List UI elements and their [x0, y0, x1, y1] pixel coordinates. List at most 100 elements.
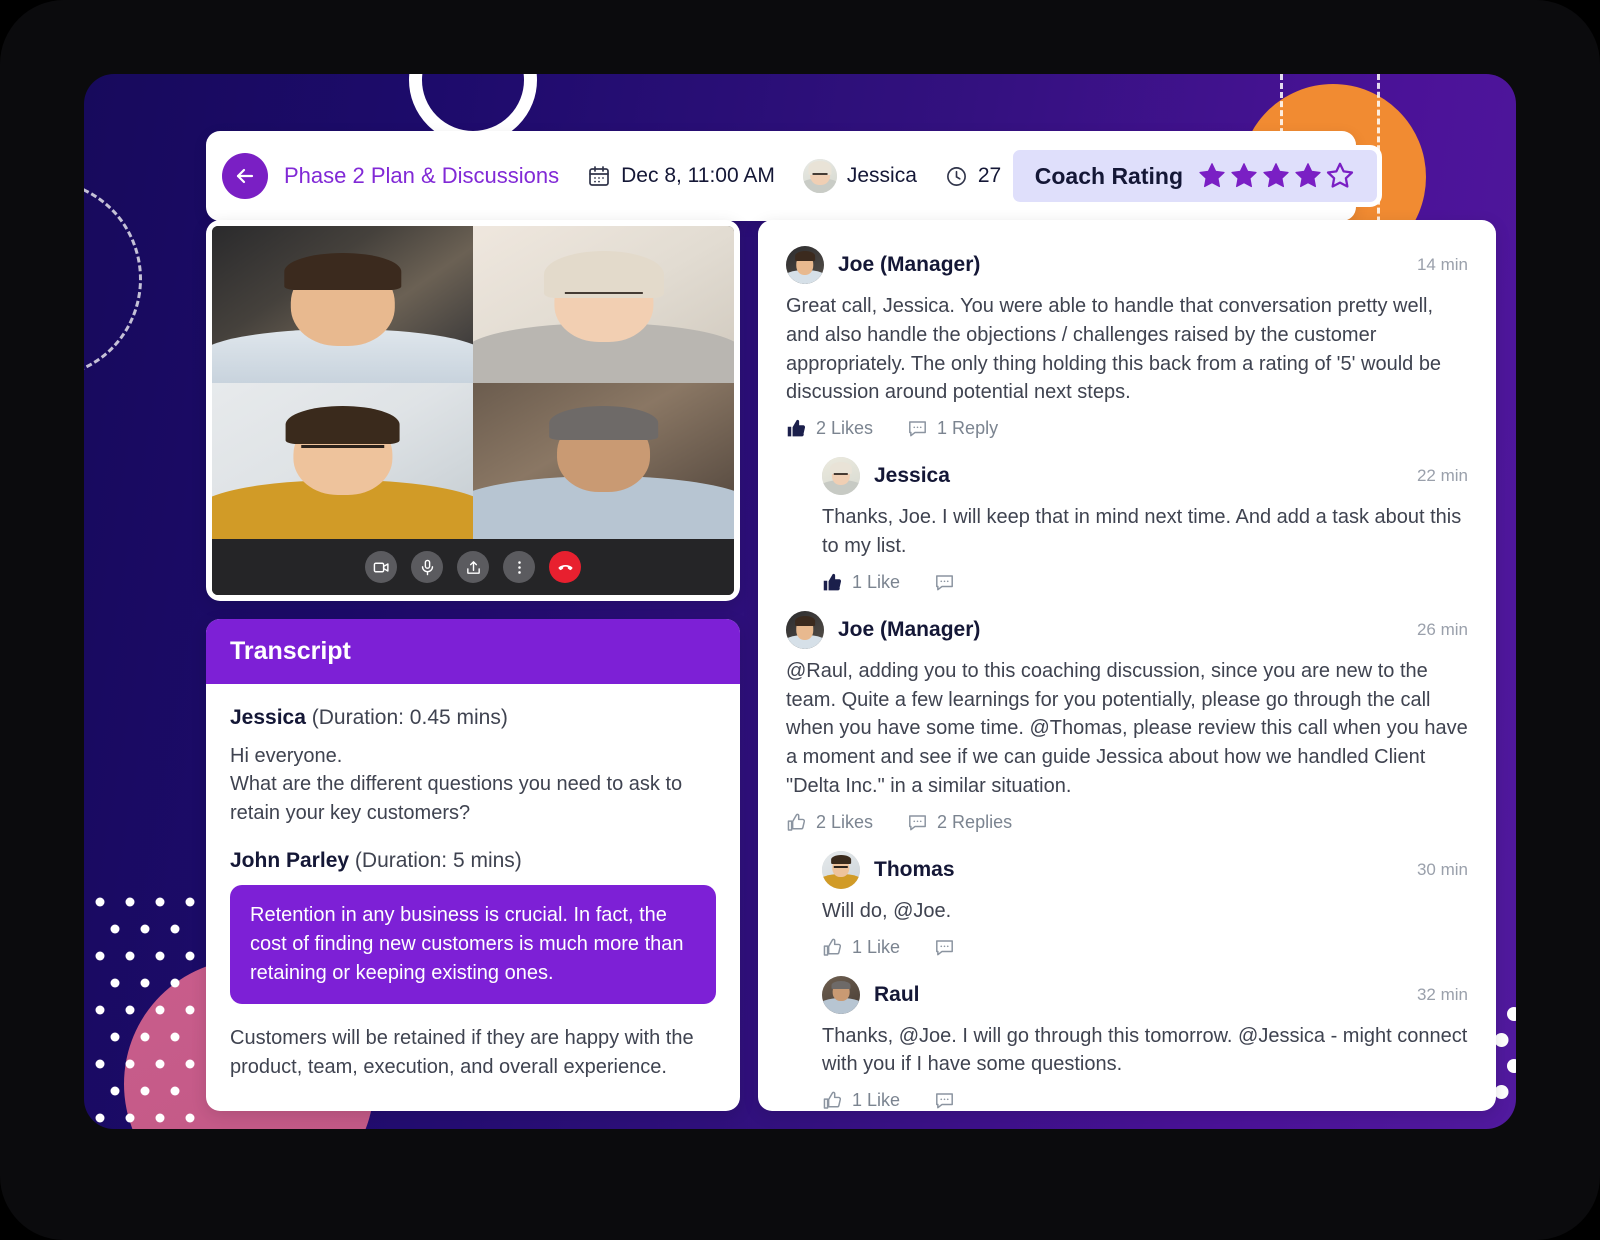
transcript-speaker-name: John Parley [230, 849, 350, 873]
comment-reply: Thomas 30 min Will do, @Joe. 1 Like [822, 850, 1468, 958]
comment-bubble-icon[interactable] [934, 572, 955, 593]
camera-button[interactable] [365, 551, 397, 583]
reply-action[interactable] [934, 937, 955, 958]
like-action[interactable]: 1 Like [822, 937, 900, 958]
like-action[interactable]: 2 Likes [786, 418, 873, 439]
more-options-button[interactable] [503, 551, 535, 583]
transcript-card: Transcript Jessica (Duration: 0.45 mins)… [206, 619, 740, 1111]
participant-tile[interactable] [473, 382, 734, 539]
right-column: Joe (Manager) 14 min Great call, Jessica.… [758, 220, 1496, 1111]
session-attendee: Jessica [846, 164, 917, 187]
back-button[interactable] [222, 153, 268, 199]
comment-reply: Jessica 22 min Thanks, Joe. I will keep t… [822, 457, 1468, 593]
comment-body: Great call, Jessica. You were able to ha… [786, 295, 1442, 404]
session-date-group: Dec 8, 11:00 AM [587, 164, 775, 188]
comment-header: Thomas 30 min [822, 850, 1468, 889]
session-date: Dec 8, 11:00 AM [621, 164, 775, 187]
coach-rating-badge[interactable]: Coach Rating [1007, 145, 1382, 207]
comment-header: Joe (Manager) 26 min [786, 610, 1468, 649]
like-count: 2 Likes [816, 418, 874, 439]
comment-author: Raul [874, 982, 920, 1006]
transcript-text: Hi everyone. [230, 745, 343, 767]
end-call-button[interactable] [549, 551, 581, 583]
thumbs-up-outline-icon[interactable] [822, 937, 843, 958]
reply-count: 2 Replies [937, 811, 1013, 832]
avatar-jessica [802, 159, 837, 193]
comment-timestamp: 32 min [1416, 984, 1468, 1004]
comment-bubble-icon[interactable] [934, 937, 955, 958]
star-filled-icon[interactable] [1293, 161, 1323, 191]
comment-actions: 1 Like [822, 937, 1468, 958]
reply-action[interactable]: 2 Replies [907, 812, 1012, 833]
coach-rating-stars[interactable] [1197, 161, 1355, 191]
reply-action[interactable]: 1 Reply [907, 418, 998, 439]
microphone-button[interactable] [411, 551, 443, 583]
transcript-title: Transcript [230, 637, 351, 665]
participant-tile[interactable] [473, 226, 734, 383]
transcript-text: Customers will be retained if they are h… [230, 1027, 694, 1078]
comment-header: Joe (Manager) 14 min [786, 246, 1468, 284]
transcript-text: What are the different questions you nee… [230, 773, 683, 824]
like-count: 1 Like [852, 1090, 901, 1111]
session-header-bar: Phase 2 Plan & Discussions Dec 8, 11:00 … [206, 131, 1382, 221]
device-frame: Phase 2 Plan & Discussions Dec 8, 11:00 … [0, 0, 1600, 1240]
calendar-icon [589, 166, 609, 186]
thumbs-up-outline-icon[interactable] [786, 812, 807, 833]
comment-actions: 1 Like [822, 572, 1468, 593]
page-title: Phase 2 Plan & Discussions [284, 163, 560, 188]
thumbs-up-filled-icon[interactable] [786, 418, 807, 439]
comment-timestamp: 30 min [1416, 859, 1468, 879]
transcript-header: Transcript [206, 619, 740, 684]
participant-tile[interactable] [212, 226, 473, 383]
reply-action[interactable] [934, 572, 955, 593]
coach-rating-label: Coach Rating [1034, 162, 1183, 189]
comment-body: Will do, @Joe. [822, 899, 952, 922]
star-outline-icon[interactable] [1325, 161, 1355, 191]
comment-timestamp: 14 min [1416, 255, 1468, 274]
coaching-comments-panel: Joe (Manager) 14 min Great call, Jessica.… [758, 220, 1496, 1111]
star-filled-icon[interactable] [1229, 161, 1259, 191]
star-filled-icon[interactable] [1261, 161, 1291, 191]
avatar [802, 159, 837, 193]
avatar [822, 975, 860, 1014]
end-call-icon [558, 564, 572, 570]
avatar [786, 610, 824, 649]
main-content: Transcript Jessica (Duration: 0.45 mins)… [206, 220, 1496, 1111]
comment-timestamp: 26 min [1416, 619, 1468, 639]
like-action[interactable]: 1 Like [822, 572, 900, 593]
like-action[interactable]: 2 Likes [786, 812, 873, 833]
left-column: Transcript Jessica (Duration: 0.45 mins)… [206, 220, 740, 1111]
avatar [786, 246, 824, 284]
avatar [822, 850, 860, 889]
avatar [822, 457, 860, 496]
transcript-body: Jessica (Duration: 0.45 mins) Hi everyone… [206, 684, 740, 1105]
comment-bubble-icon[interactable] [907, 812, 928, 833]
comment-timestamp: 22 min [1416, 466, 1468, 486]
transcript-speaker-line: Jessica (Duration: 0.45 mins) [230, 706, 716, 730]
star-filled-icon[interactable] [1197, 161, 1227, 191]
transcript-speaker-line: John Parley (Duration: 5 mins) [230, 849, 716, 873]
camera-icon [373, 562, 389, 572]
comment: Joe (Manager) 14 min Great call, Jessica.… [786, 246, 1468, 439]
comment-actions: 2 Likes 1 Reply [786, 418, 1468, 439]
more-options-icon [517, 560, 521, 574]
clock-icon [946, 166, 966, 186]
transcript-highlight[interactable]: Retention in any business is crucial. In… [230, 885, 716, 1005]
reply-action[interactable] [934, 1090, 955, 1111]
thumbs-up-outline-icon[interactable] [822, 1090, 843, 1111]
video-control-bar [212, 539, 734, 595]
share-screen-button[interactable] [457, 551, 489, 583]
transcript-speaker-name: Jessica [230, 706, 306, 729]
transcript-entry: Jessica (Duration: 0.45 mins) Hi everyone… [230, 706, 716, 827]
comment-bubble-icon[interactable] [907, 418, 928, 439]
comment-author: Joe (Manager) [838, 253, 981, 276]
comment-header: Raul 32 min [822, 975, 1468, 1014]
comment-body: Thanks, @Joe. I will go through this tom… [822, 1024, 1468, 1076]
participant-tile[interactable] [212, 382, 473, 539]
like-action[interactable]: 1 Like [822, 1090, 900, 1111]
comment-author: Thomas [874, 857, 955, 881]
comment-bubble-icon[interactable] [934, 1090, 955, 1111]
like-count: 2 Likes [816, 811, 874, 832]
like-count: 1 Like [852, 571, 901, 592]
thumbs-up-filled-icon[interactable] [822, 572, 843, 593]
